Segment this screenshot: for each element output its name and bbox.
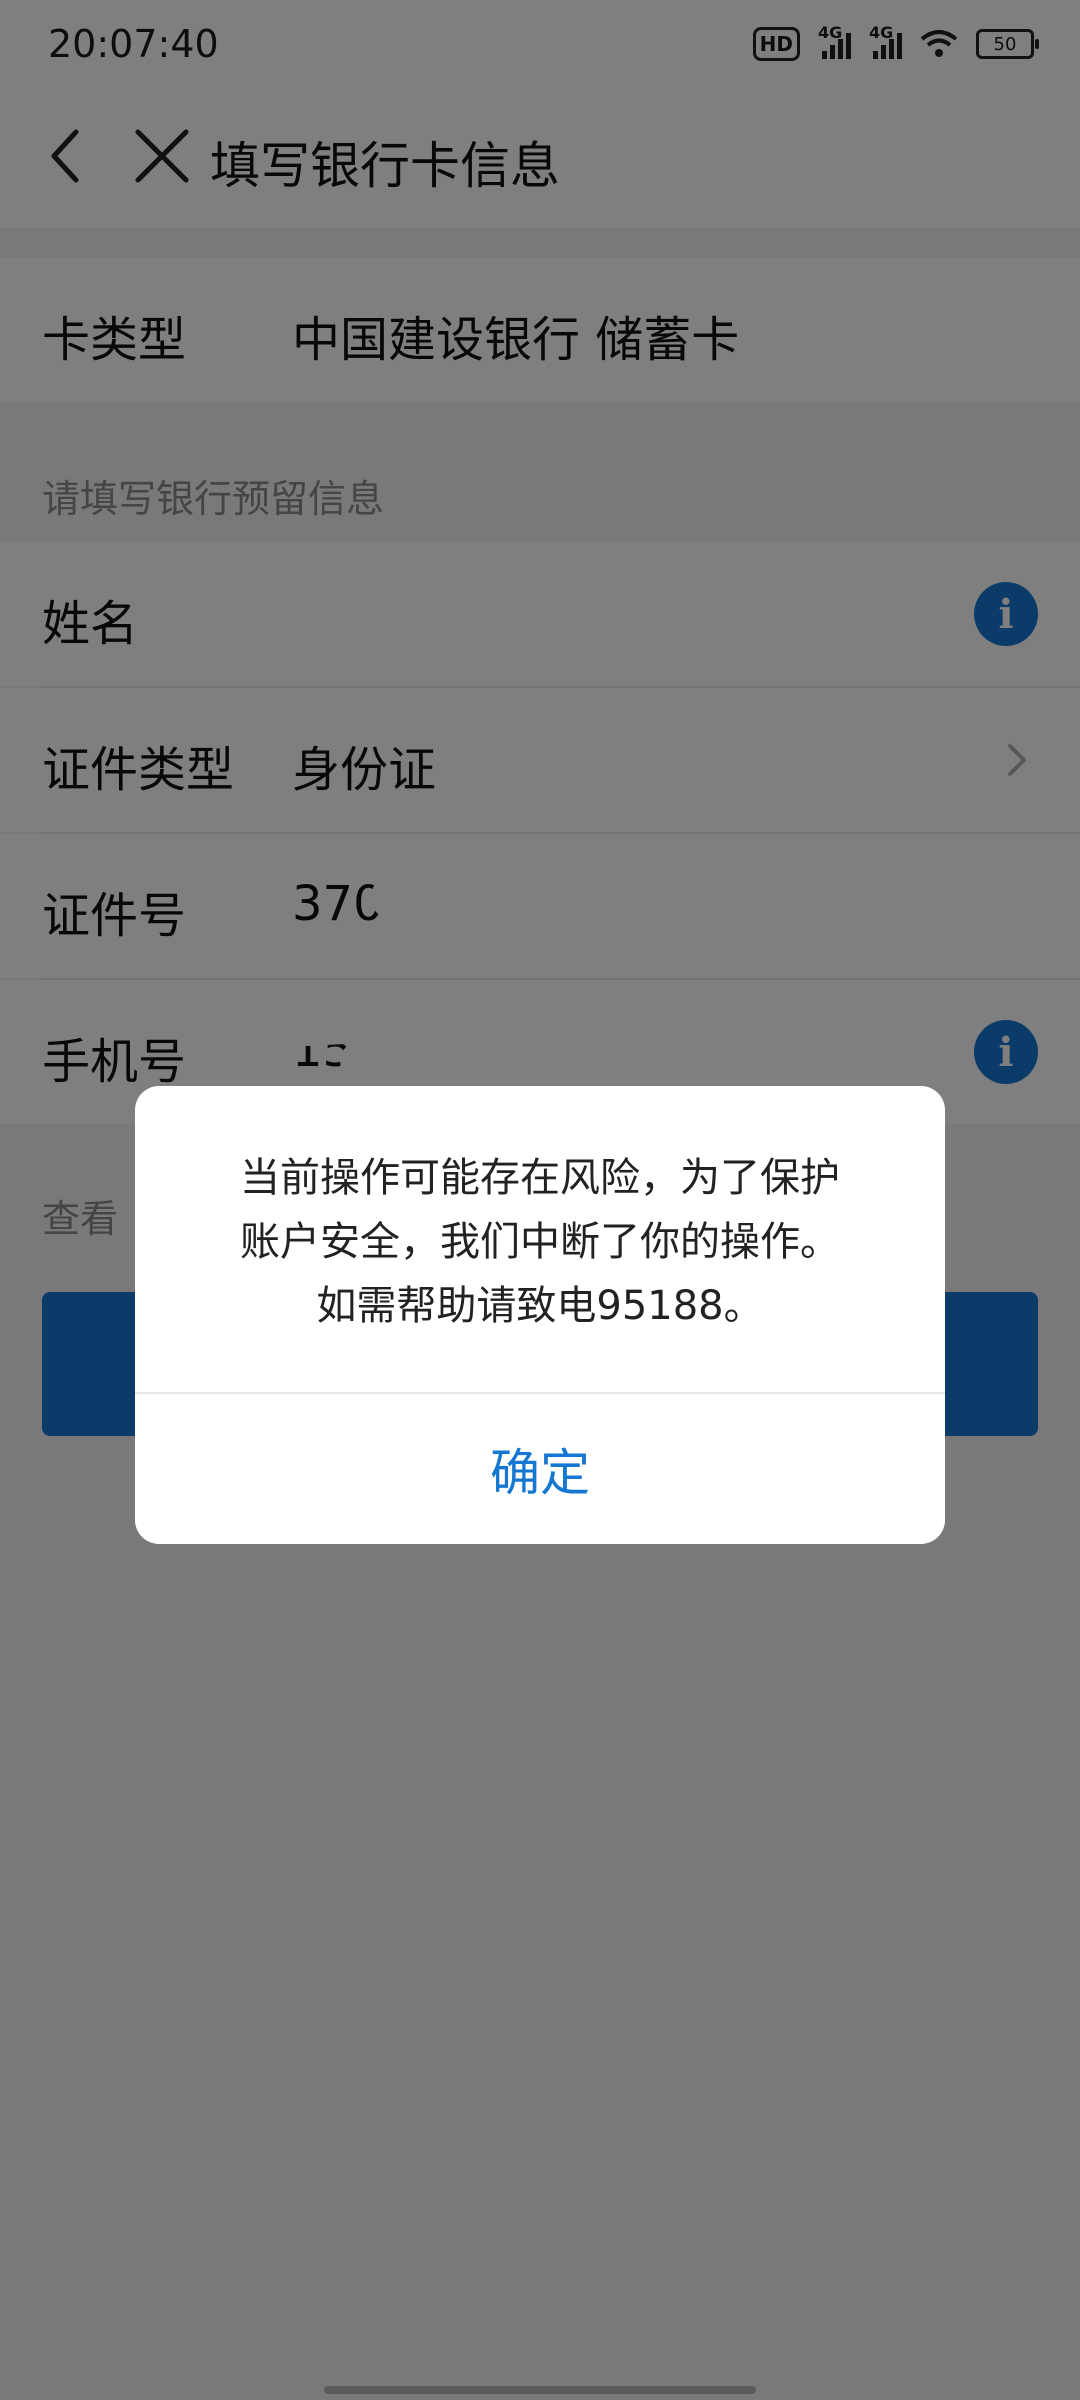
confirm-button[interactable]: 确定 xyxy=(135,1394,945,1544)
home-indicator[interactable] xyxy=(324,2386,756,2394)
dialog-line-1: 当前操作可能存在风险，为了保护 xyxy=(240,1155,840,1201)
dialog-line-2: 账户安全，我们中断了你的操作。 xyxy=(240,1219,840,1265)
dialog-message: 当前操作可能存在风险，为了保护 账户安全，我们中断了你的操作。 如需帮助请致电9… xyxy=(175,1146,905,1338)
dialog-line-3: 如需帮助请致电95188。 xyxy=(316,1283,764,1329)
risk-alert-dialog: 当前操作可能存在风险，为了保护 账户安全，我们中断了你的操作。 如需帮助请致电9… xyxy=(135,1086,945,1544)
